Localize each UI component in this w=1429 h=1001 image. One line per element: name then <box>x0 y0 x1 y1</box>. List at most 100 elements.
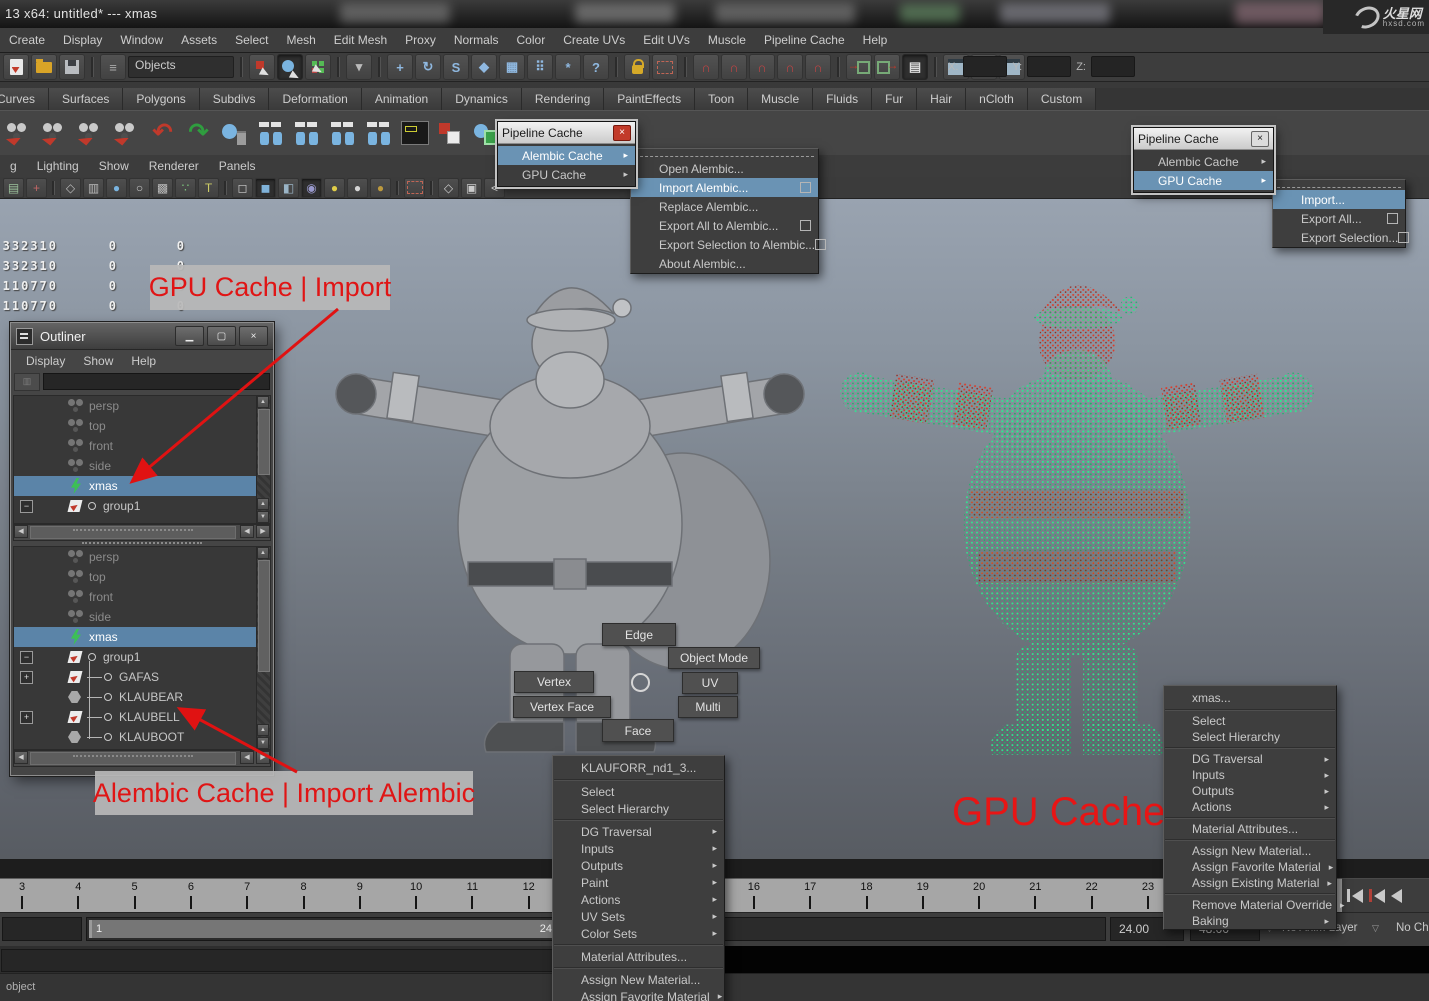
hypergraph-scene-icon[interactable] <box>326 116 359 150</box>
menu-item-material-attributes[interactable]: Material Attributes... <box>1164 821 1336 837</box>
menu-normals[interactable]: Normals <box>445 28 508 52</box>
menu-item-gpu-cache[interactable]: GPU Cache▸ <box>1134 171 1273 190</box>
select-by-component-icon[interactable] <box>305 54 331 80</box>
menu-select[interactable]: Select <box>226 28 277 52</box>
outliner-item-klauboot[interactable]: KLAUBOOT <box>14 727 270 747</box>
panel-menu-g[interactable]: g <box>0 155 27 173</box>
expander-plus-icon[interactable]: + <box>20 711 33 724</box>
menu-item-import[interactable]: Import... <box>1273 190 1405 209</box>
roll-camera-icon[interactable] <box>110 116 143 150</box>
option-box-icon[interactable] <box>815 239 826 250</box>
marking-menu-vertex[interactable]: Vertex <box>514 671 594 693</box>
outliner-item-front[interactable]: front <box>14 587 270 607</box>
menu-edit-mesh[interactable]: Edit Mesh <box>325 28 396 52</box>
menu-item-uv-sets[interactable]: UV Sets▸ <box>553 908 724 925</box>
shelf-tab-painteffects[interactable]: PaintEffects <box>604 88 695 110</box>
iso-cube-icon[interactable]: ◇ <box>438 178 459 198</box>
range-slider-bar[interactable]: 1 24 <box>89 920 559 938</box>
menu-edit-uvs[interactable]: Edit UVs <box>634 28 699 52</box>
vertical-scrollbar[interactable]: ▲▲▼ <box>256 396 270 523</box>
outliner-menu-show[interactable]: Show <box>74 354 122 368</box>
file-new-icon[interactable] <box>3 54 29 80</box>
menu-item-assign-new-material[interactable]: Assign New Material... <box>553 971 724 988</box>
menu-item-assign-existing-material[interactable]: Assign Existing Material▸ <box>1164 875 1336 891</box>
hypergraph-output-icon[interactable] <box>290 116 323 150</box>
maximize-button[interactable]: ▢ <box>207 326 236 346</box>
scrollbar-thumb[interactable] <box>30 526 236 539</box>
outliner-item-front[interactable]: front <box>14 436 270 456</box>
select-by-hierarchy-icon[interactable] <box>249 54 275 80</box>
scroll-left-icon[interactable]: ◀ <box>14 525 28 538</box>
scroll-right-icon[interactable]: ▶ <box>256 525 270 538</box>
smooth-cube-icon[interactable]: ◼ <box>255 178 276 198</box>
horizontal-scrollbar[interactable]: ◀ ◀ ▶ <box>13 750 271 767</box>
menu-item-inputs[interactable]: Inputs▸ <box>1164 767 1336 783</box>
close-button[interactable]: × <box>239 326 268 346</box>
outliner-item-side[interactable]: side <box>14 456 270 476</box>
select-by-object-icon[interactable] <box>277 54 303 80</box>
marking-menu-face[interactable]: Face <box>602 719 674 742</box>
santa-model-gpu-cache-pointcloud[interactable] <box>816 253 1338 759</box>
menu-mesh[interactable]: Mesh <box>277 28 324 52</box>
outliner-item-group1[interactable]: −group1 <box>14 496 270 516</box>
shelf-tab-muscle[interactable]: Muscle <box>748 88 813 110</box>
delete-unused-icon[interactable] <box>218 116 251 150</box>
scroll-down-icon[interactable]: ▼ <box>257 511 269 523</box>
scrollbar-thumb[interactable] <box>30 752 236 765</box>
textured-cube-icon[interactable]: ◧ <box>278 178 299 198</box>
menu-assets[interactable]: Assets <box>172 28 226 52</box>
menu-pipeline-cache[interactable]: Pipeline Cache <box>755 28 854 52</box>
snap-magnet-icon[interactable]: ∩ <box>805 54 831 80</box>
option-box-icon[interactable] <box>1398 232 1409 243</box>
menu-item-export-all-to-alembic[interactable]: Export All to Alembic... <box>631 216 818 235</box>
hypergraph-panel-icon[interactable] <box>398 116 431 150</box>
menu-item-assign-new-material[interactable]: Assign New Material... <box>1164 843 1336 859</box>
menu-item-alembic-cache[interactable]: Alembic Cache▸ <box>498 146 635 165</box>
menu-item-paint[interactable]: Paint▸ <box>553 874 724 891</box>
menu-item-export-selection-to-alembic[interactable]: Export Selection to Alembic... <box>631 235 818 254</box>
pipeline-window-titlebar[interactable]: Pipeline Cache × <box>498 122 635 144</box>
hud-text-icon[interactable]: T <box>198 178 219 198</box>
shelf-tab-toon[interactable]: Toon <box>695 88 748 110</box>
panel-menu-show[interactable]: Show <box>89 155 139 173</box>
undo-view-icon[interactable]: ↶ <box>146 116 179 150</box>
horizontal-scrollbar[interactable]: ◀ ◀ ▶ <box>13 524 271 541</box>
particle-tool-icon[interactable]: ⠿ <box>527 54 553 80</box>
filter-icon[interactable]: ▥ <box>14 373 40 391</box>
construction-history-icon[interactable]: ▤ <box>902 54 928 80</box>
tumble-camera-icon[interactable] <box>2 116 35 150</box>
scroll-down-icon[interactable]: ▼ <box>257 737 269 749</box>
menu-create[interactable]: Create <box>0 28 54 52</box>
tearoff-handle[interactable] <box>1277 181 1401 188</box>
outliner-item-xmas[interactable]: xmas <box>14 627 270 647</box>
page-icon[interactable]: ▤ <box>3 178 24 198</box>
dolly-camera-icon[interactable] <box>74 116 107 150</box>
move-tool-icon[interactable]: + <box>387 54 413 80</box>
redo-view-icon[interactable]: ↷ <box>182 116 215 150</box>
sphere-icon[interactable]: ● <box>106 178 127 198</box>
snap-grid-icon[interactable]: ∩ <box>693 54 719 80</box>
rotate-tool-icon[interactable]: ↻ <box>415 54 441 80</box>
marking-menu-uv[interactable]: UV <box>682 672 738 694</box>
menu-item-color-sets[interactable]: Color Sets▸ <box>553 925 724 942</box>
menu-window[interactable]: Window <box>111 28 172 52</box>
outliner-item-gafas[interactable]: +GAFAS <box>14 667 270 687</box>
expander-plus-icon[interactable]: + <box>20 671 33 684</box>
soft-mod-tool-icon[interactable]: * <box>555 54 581 80</box>
menu-item-select-hierarchy[interactable]: Select Hierarchy <box>553 800 724 817</box>
hypergraph-input-icon[interactable] <box>254 116 287 150</box>
x-input[interactable] <box>963 56 1007 77</box>
snap-curve-icon[interactable]: ∩ <box>721 54 747 80</box>
snap-point-icon[interactable]: ∩ <box>749 54 775 80</box>
chevron-down-icon[interactable]: ▽ <box>1372 923 1379 934</box>
close-icon[interactable]: × <box>1251 131 1269 147</box>
outliner-titlebar[interactable]: Outliner ▁ ▢ × <box>11 323 273 350</box>
light-yellow-icon[interactable]: ● <box>324 178 345 198</box>
outliner-search-input[interactable] <box>43 373 270 390</box>
smooth-all-icon[interactable]: ◉ <box>301 178 322 198</box>
circle-icon[interactable]: ○ <box>129 178 150 198</box>
scroll-right-icon[interactable]: ▶ <box>256 751 270 764</box>
scrollbar-thumb[interactable] <box>258 560 270 672</box>
input-connections-icon[interactable] <box>846 54 872 80</box>
menu-item-open-alembic[interactable]: Open Alembic... <box>631 159 818 178</box>
